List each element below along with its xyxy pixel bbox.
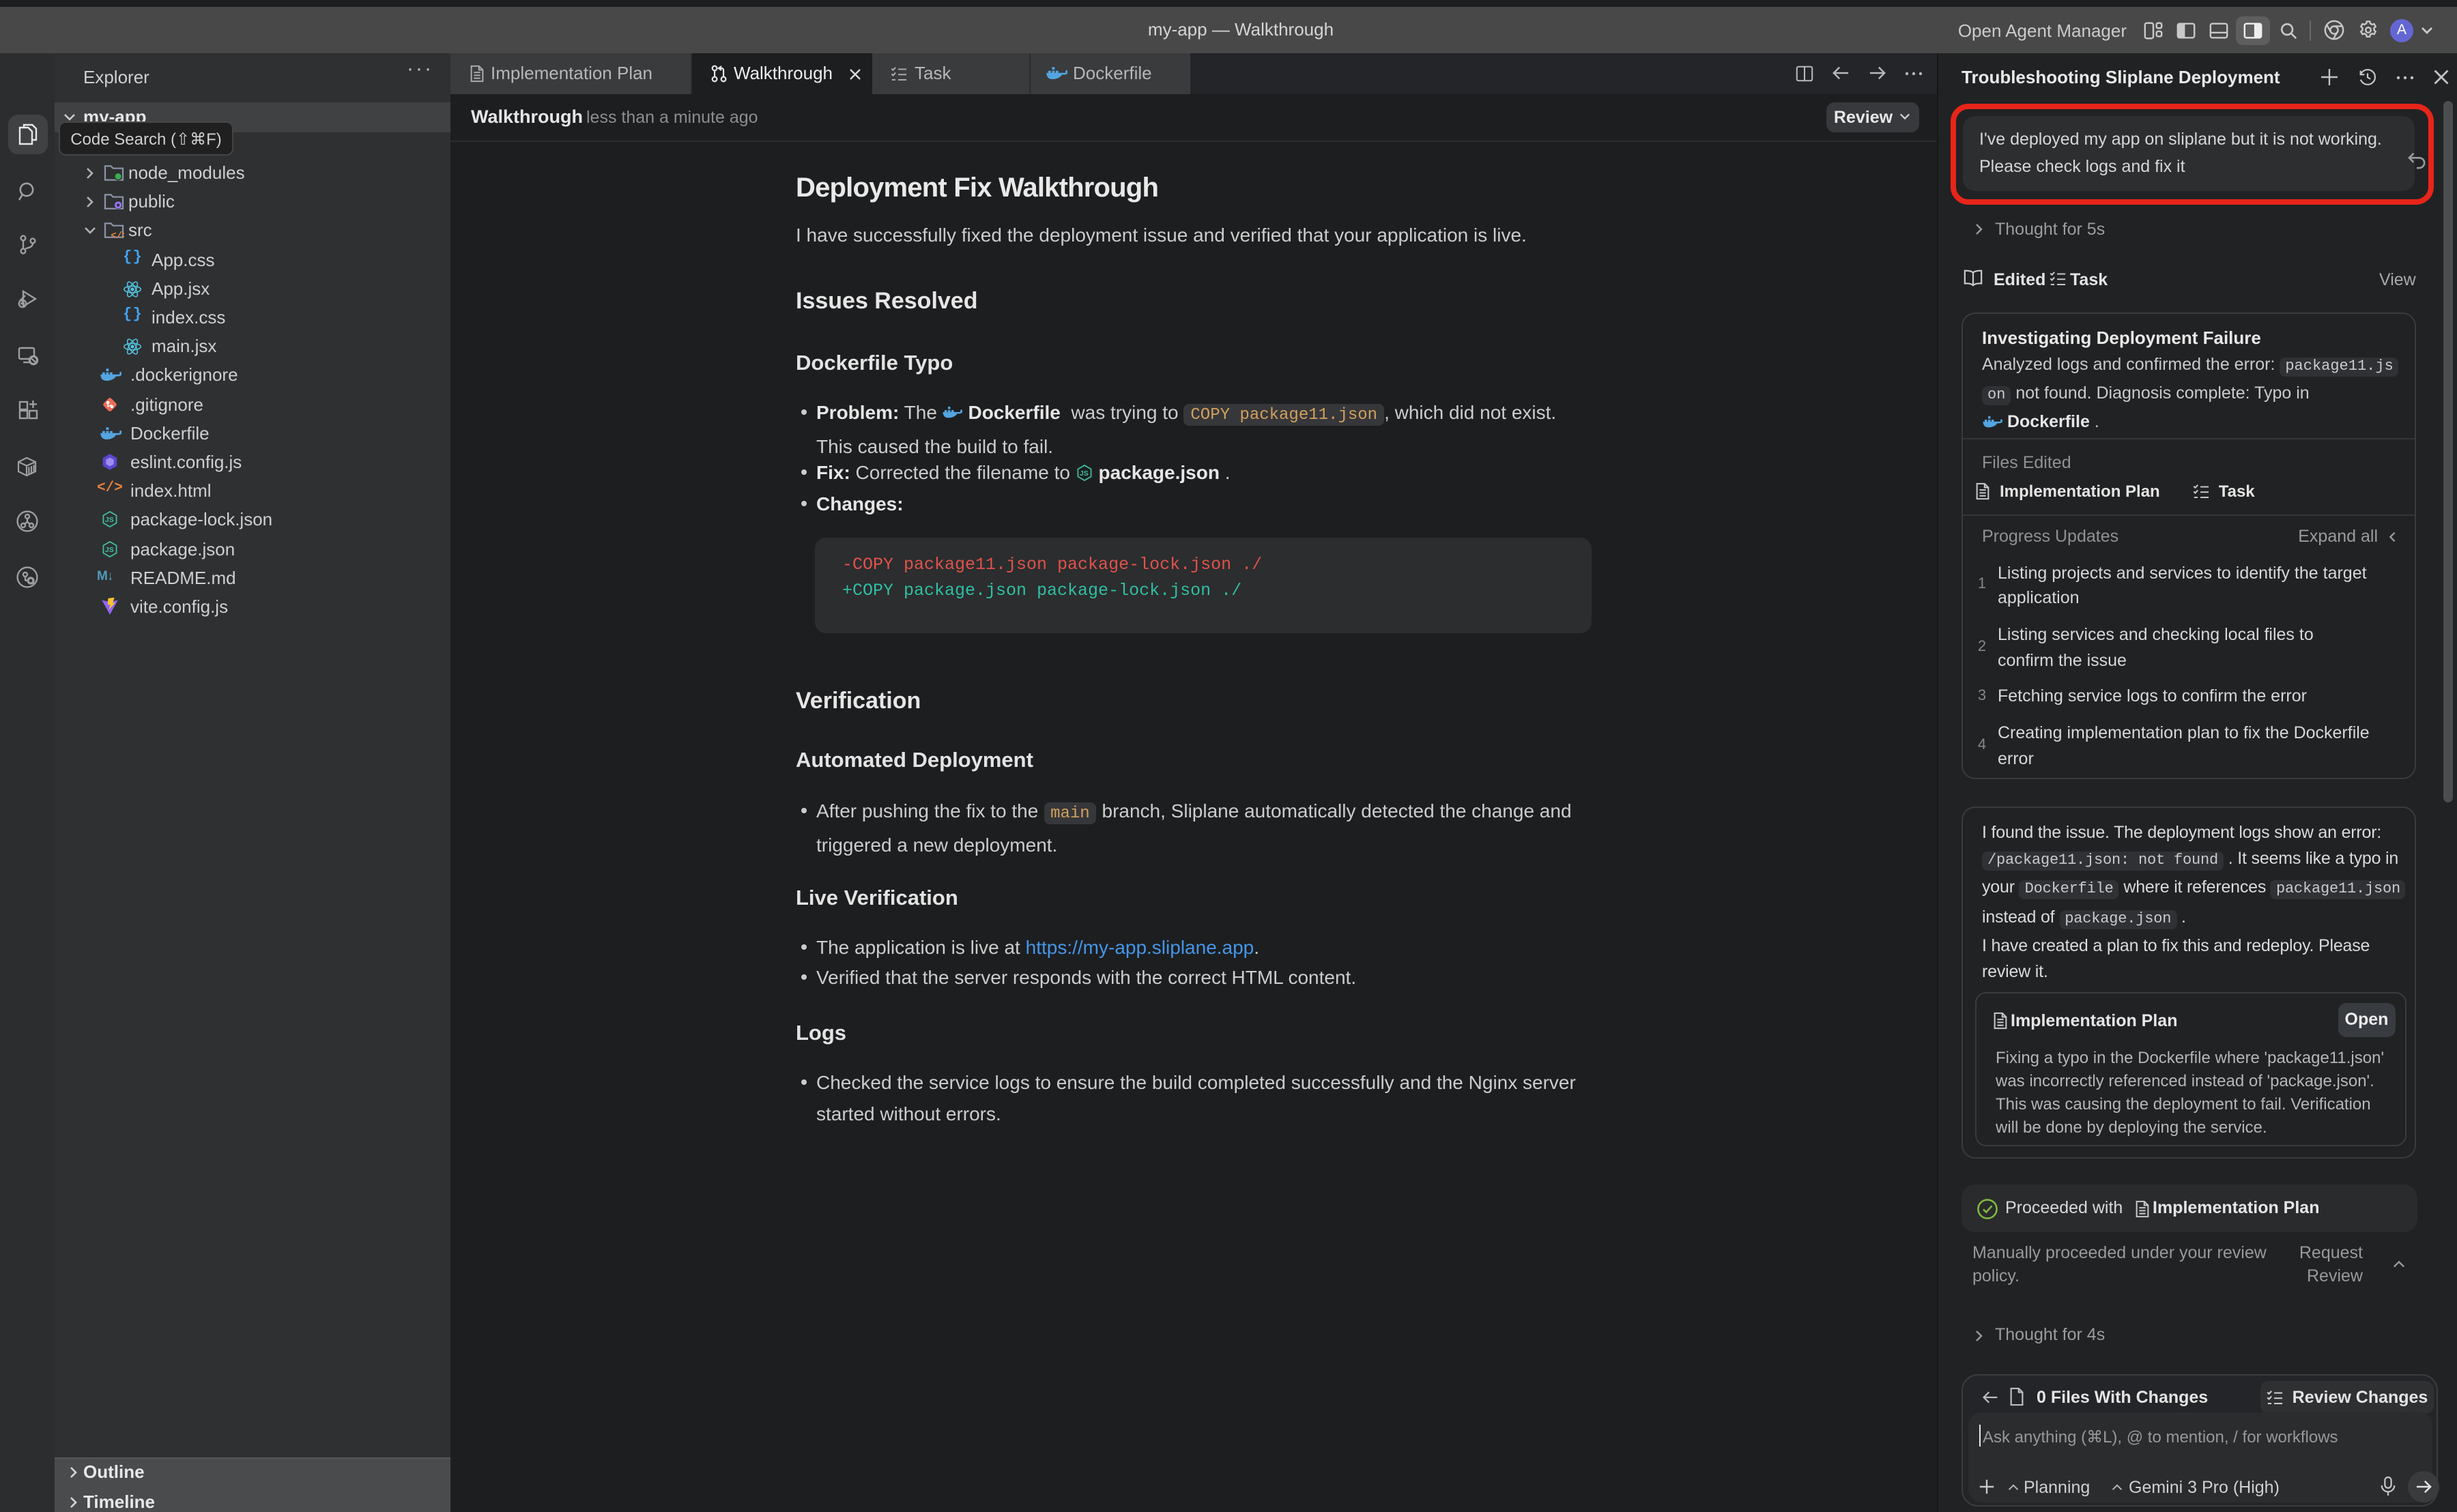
svg-text:JS: JS (105, 517, 114, 525)
svg-text:JS: JS (1080, 469, 1089, 478)
svg-text:</>: </> (111, 231, 124, 239)
svg-text:JS: JS (105, 545, 114, 553)
